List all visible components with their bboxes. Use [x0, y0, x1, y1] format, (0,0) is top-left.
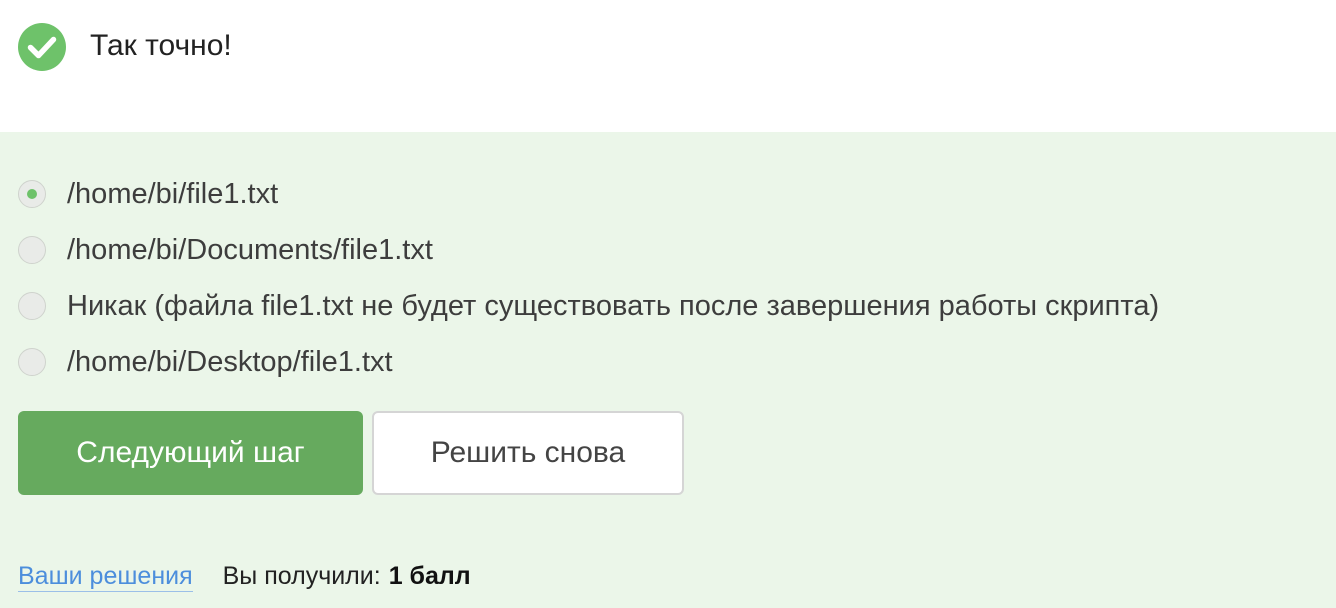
radio-button[interactable]: [18, 292, 46, 320]
next-step-button[interactable]: Следующий шаг: [18, 411, 363, 495]
answer-option[interactable]: /home/bi/file1.txt: [18, 166, 1318, 222]
answer-option-label: /home/bi/Desktop/file1.txt: [67, 345, 393, 378]
check-circle-icon: [18, 23, 66, 71]
radio-button[interactable]: [18, 236, 46, 264]
answer-option[interactable]: /home/bi/Desktop/file1.txt: [18, 334, 1318, 390]
solve-again-button[interactable]: Решить снова: [372, 411, 684, 495]
your-solutions-link[interactable]: Ваши решения: [18, 562, 193, 592]
answer-option-label: Никак (файла file1.txt не будет существо…: [67, 289, 1160, 322]
result-header: Так точно!: [0, 0, 1336, 132]
submission-footer: Ваши решения Вы получили: 1 балл: [18, 562, 471, 592]
radio-button-selected[interactable]: [18, 180, 46, 208]
answer-option[interactable]: /home/bi/Documents/file1.txt: [18, 222, 1318, 278]
score-value: 1 балл: [388, 562, 471, 590]
answer-option-label: /home/bi/file1.txt: [67, 177, 279, 210]
answer-option[interactable]: Никак (файла file1.txt не будет существо…: [18, 278, 1318, 334]
radio-button[interactable]: [18, 348, 46, 376]
success-message: Так точно!: [90, 29, 232, 62]
quiz-panel: /home/bi/file1.txt /home/bi/Documents/fi…: [0, 132, 1336, 608]
score-label: Вы получили:: [222, 562, 381, 590]
answer-options: /home/bi/file1.txt /home/bi/Documents/fi…: [18, 166, 1318, 390]
answer-option-label: /home/bi/Documents/file1.txt: [67, 233, 433, 266]
